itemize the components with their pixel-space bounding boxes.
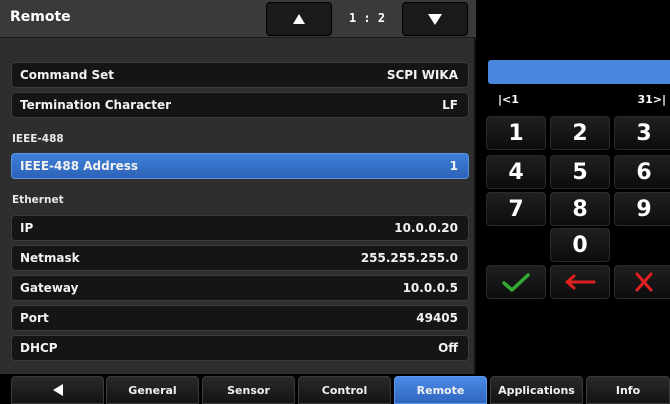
back-arrow-icon: [52, 384, 63, 396]
netmask-value: 255.255.255.0: [360, 251, 458, 265]
command-set-label: Command Set: [20, 68, 114, 82]
cancel-x-icon: [635, 272, 653, 292]
page-up-button[interactable]: [266, 2, 332, 36]
port-value: 49405: [416, 311, 458, 325]
key-6[interactable]: 6: [614, 155, 670, 189]
backspace-button[interactable]: [550, 265, 610, 299]
dhcp-row[interactable]: DHCP Off: [11, 335, 469, 361]
ieee-address-row[interactable]: IEEE-488 Address 1: [11, 153, 469, 179]
key-9[interactable]: 9: [614, 192, 670, 226]
gateway-value: 10.0.0.5: [402, 281, 458, 295]
key-3[interactable]: 3: [614, 116, 670, 150]
ip-row[interactable]: IP 10.0.0.20: [11, 215, 469, 241]
range-min-label: |<1: [498, 93, 519, 106]
numeric-keypad: |<1 31>| 1 2 3 4 5 6 7 8 9 0: [478, 0, 670, 374]
tab-control[interactable]: Control: [298, 376, 391, 404]
key-8[interactable]: 8: [550, 192, 610, 226]
accept-button[interactable]: [486, 265, 546, 299]
bottom-tab-bar: General Sensor Control Remote Applicatio…: [0, 376, 670, 404]
key-2[interactable]: 2: [550, 116, 610, 150]
termination-character-value: LF: [442, 98, 458, 112]
key-0[interactable]: 0: [550, 228, 610, 262]
ieee-address-value: 1: [449, 159, 458, 173]
page-indicator: 1 : 2: [348, 11, 386, 25]
key-4[interactable]: 4: [486, 155, 546, 189]
ieee-address-label: IEEE-488 Address: [20, 159, 139, 173]
arrow-down-icon: [428, 13, 442, 25]
tab-remote[interactable]: Remote: [394, 376, 487, 404]
dhcp-value: Off: [438, 341, 458, 355]
gateway-label: Gateway: [20, 281, 79, 295]
ip-value: 10.0.0.20: [394, 221, 458, 235]
check-icon: [502, 273, 530, 292]
range-max-label: 31>|: [637, 93, 666, 106]
netmask-label: Netmask: [20, 251, 80, 265]
ethernet-section-heading: Ethernet: [12, 194, 64, 206]
back-button[interactable]: [11, 376, 104, 404]
tab-sensor[interactable]: Sensor: [202, 376, 295, 404]
page-down-button[interactable]: [402, 2, 468, 36]
key-7[interactable]: 7: [486, 192, 546, 226]
termination-character-row[interactable]: Termination Character LF: [11, 92, 469, 118]
entry-field[interactable]: [488, 60, 670, 84]
gateway-row[interactable]: Gateway 10.0.0.5: [11, 275, 469, 301]
ieee-section-heading: IEEE-488: [12, 133, 64, 145]
tab-general[interactable]: General: [106, 376, 199, 404]
port-label: Port: [20, 311, 49, 325]
tab-applications[interactable]: Applications: [490, 376, 583, 404]
netmask-row[interactable]: Netmask 255.255.255.0: [11, 245, 469, 271]
termination-character-label: Termination Character: [20, 98, 172, 112]
ip-label: IP: [20, 221, 34, 235]
dhcp-label: DHCP: [20, 341, 58, 355]
arrow-up-icon: [293, 14, 305, 24]
settings-panel: Remote 1 : 2 Command Set SCPI WIKA Termi…: [0, 0, 476, 374]
cancel-button[interactable]: [614, 265, 670, 299]
key-5[interactable]: 5: [550, 155, 610, 189]
command-set-value: SCPI WIKA: [386, 68, 458, 82]
header-bar: Remote 1 : 2: [0, 0, 476, 38]
page-title: Remote: [10, 9, 71, 25]
tab-info[interactable]: Info: [586, 376, 670, 404]
command-set-row[interactable]: Command Set SCPI WIKA: [11, 62, 469, 88]
key-1[interactable]: 1: [486, 116, 546, 150]
backspace-arrow-icon: [565, 274, 596, 290]
port-row[interactable]: Port 49405: [11, 305, 469, 331]
